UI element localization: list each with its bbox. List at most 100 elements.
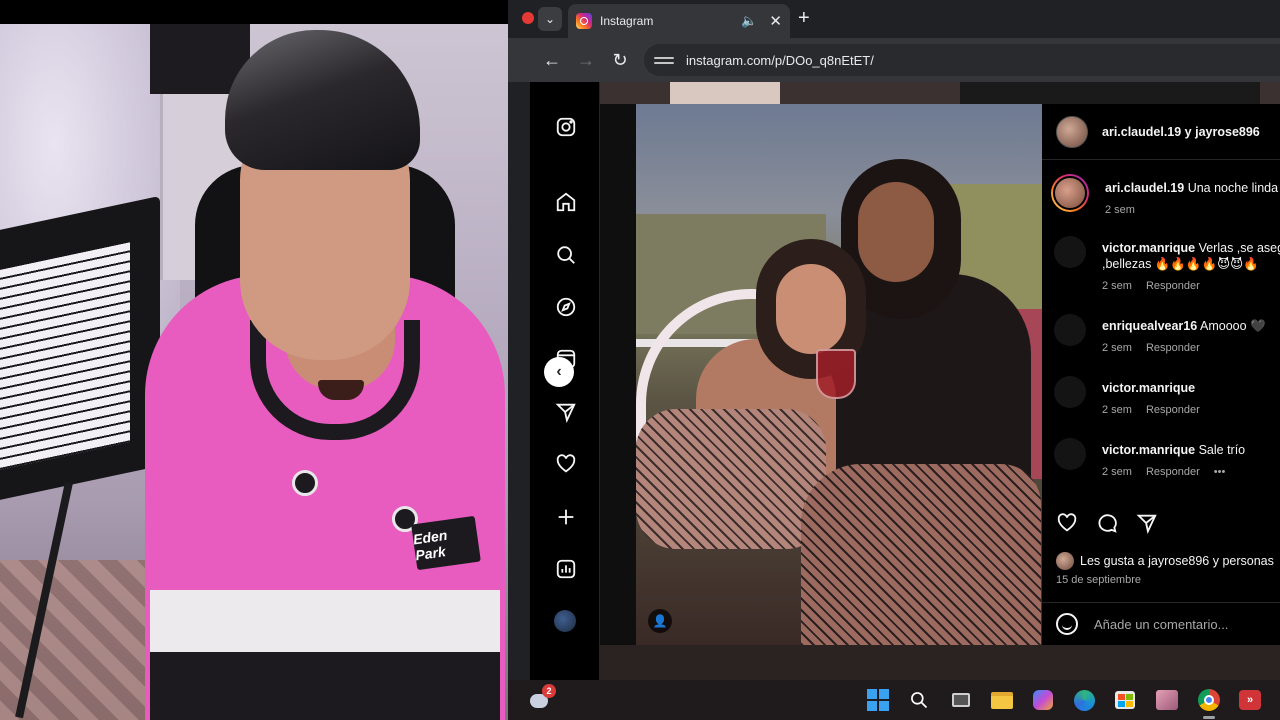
active-app-indicator xyxy=(1203,716,1215,719)
comment-text: Una noche linda xyxy=(1187,181,1279,195)
instagram-page: ‹ 👤 ari.claudel.19 y jayrose896 ari.clau… xyxy=(530,82,1280,680)
tab-search-button[interactable]: ⌄ xyxy=(538,7,562,31)
comment-user[interactable]: enriquealvear16 xyxy=(1102,319,1197,333)
back-arrow-icon[interactable]: ← xyxy=(541,49,563,71)
recording-indicator xyxy=(522,12,534,24)
comment-text: Amoooo 🖤 xyxy=(1200,319,1266,333)
photo-wine-glass xyxy=(816,349,856,399)
background-thumb xyxy=(960,82,1260,104)
photo-face xyxy=(776,264,846,354)
reply-button[interactable]: Responder xyxy=(1146,342,1200,354)
comment-time[interactable]: 2 sem xyxy=(1102,342,1132,354)
comment-time[interactable]: 2 sem xyxy=(1102,466,1132,478)
browser-toolbar: ← → ↻ instagram.com/p/DOo_q8nEtET/ xyxy=(508,38,1280,82)
comment-item: victor.manrique 2 sem Responder xyxy=(1054,376,1280,418)
widgets-icon[interactable]: 2 xyxy=(528,684,556,712)
likes-summary[interactable]: Les gusta a jayrose896 y personas xyxy=(1056,552,1274,570)
post-authors[interactable]: ari.claudel.19 y jayrose896 xyxy=(1102,125,1260,139)
comment-user[interactable]: victor.manrique xyxy=(1102,443,1195,457)
store-icon[interactable] xyxy=(1113,688,1137,712)
commenter-avatar[interactable] xyxy=(1051,174,1089,212)
post-details-panel: ari.claudel.19 y jayrose896 ari.claudel.… xyxy=(1042,104,1280,645)
add-comment-input[interactable]: Añade un comentario... xyxy=(1094,617,1228,632)
previous-post-chevron-icon[interactable]: ‹ xyxy=(544,357,574,387)
webcam-top-bar xyxy=(0,0,508,24)
author-avatar[interactable] xyxy=(1056,115,1088,148)
photos-icon[interactable] xyxy=(1155,688,1179,712)
copilot-icon[interactable] xyxy=(1031,688,1055,712)
commenter-avatar[interactable] xyxy=(1054,438,1086,470)
explore-icon[interactable] xyxy=(554,295,578,319)
widgets-badge: 2 xyxy=(542,684,556,698)
photo-face xyxy=(858,182,934,282)
reply-button[interactable]: Responder xyxy=(1146,404,1200,416)
reload-icon[interactable]: ↻ xyxy=(609,49,631,71)
likes-text: Les gusta a jayrose896 y personas xyxy=(1080,554,1274,568)
browser-window: ⌄ Instagram 🔈 ✕ + ← → ↻ instagram.com/p/… xyxy=(508,0,1280,680)
file-explorer-icon[interactable] xyxy=(990,688,1014,712)
shirt-stripe xyxy=(150,590,500,652)
task-view-icon[interactable] xyxy=(949,688,973,712)
person-hair xyxy=(225,30,420,170)
messages-icon[interactable] xyxy=(554,400,578,424)
edge-icon[interactable] xyxy=(1072,688,1096,712)
emoji-icon[interactable] xyxy=(1056,613,1078,635)
commenter-avatar[interactable] xyxy=(1054,376,1086,408)
comment-time[interactable]: 2 sem xyxy=(1102,404,1132,416)
reply-button[interactable]: Responder xyxy=(1146,466,1200,478)
comment-time[interactable]: 2 sem xyxy=(1105,204,1135,216)
photo-legs xyxy=(801,464,1041,645)
search-icon[interactable] xyxy=(554,243,578,267)
comment-item: victor.manrique Verlas ,se aseg ,belleza… xyxy=(1054,236,1280,294)
app-icon[interactable]: » xyxy=(1238,688,1262,712)
comment-caption: ari.claudel.19 Una noche linda 2 sem xyxy=(1051,174,1280,218)
share-icon[interactable] xyxy=(1136,512,1158,539)
piano-keys xyxy=(0,242,130,473)
chrome-icon[interactable] xyxy=(1197,688,1221,712)
profile-avatar[interactable] xyxy=(554,610,576,632)
photo-legs xyxy=(636,409,826,549)
background-thumb xyxy=(670,82,780,104)
comment-user[interactable]: ari.claudel.19 xyxy=(1105,181,1184,195)
piano-keyboard xyxy=(0,195,160,505)
audio-playing-icon[interactable]: 🔈 xyxy=(741,13,757,29)
comment-text-line2: ,bellezas 🔥🔥🔥🔥😈😈🔥 xyxy=(1102,257,1259,271)
liker-avatar xyxy=(1056,552,1074,570)
more-options-icon[interactable]: ••• xyxy=(1214,466,1226,478)
tab-instagram[interactable]: Instagram 🔈 ✕ xyxy=(568,4,790,38)
webcam-feed: Eden Park xyxy=(0,0,508,720)
comment-user[interactable]: victor.manrique xyxy=(1102,381,1195,395)
commenter-avatar[interactable] xyxy=(1054,236,1086,268)
comment-time[interactable]: 2 sem xyxy=(1102,280,1132,292)
post-date[interactable]: 15 de septiembre xyxy=(1056,574,1141,586)
address-bar[interactable]: instagram.com/p/DOo_q8nEtET/ xyxy=(644,44,1280,76)
background-feed xyxy=(600,82,1280,104)
forward-arrow-icon[interactable]: → xyxy=(575,49,597,71)
background-feed-bottom xyxy=(600,645,1280,680)
reply-button[interactable]: Responder xyxy=(1146,280,1200,292)
tab-title: Instagram xyxy=(600,14,654,28)
comment-icon[interactable] xyxy=(1096,512,1118,539)
shirt-button xyxy=(292,470,318,496)
instagram-logo-icon[interactable] xyxy=(554,115,578,139)
comment-item: victor.manrique Sale trío 2 sem Responder… xyxy=(1054,438,1280,480)
commenter-avatar[interactable] xyxy=(1054,314,1086,346)
home-icon[interactable] xyxy=(554,190,578,214)
dashboard-icon[interactable] xyxy=(554,557,578,581)
tab-strip: ⌄ Instagram 🔈 ✕ + xyxy=(508,0,1280,38)
create-plus-icon[interactable] xyxy=(554,505,578,529)
comment-user[interactable]: victor.manrique xyxy=(1102,241,1195,255)
notifications-heart-icon[interactable] xyxy=(554,452,578,476)
new-tab-button[interactable]: + xyxy=(798,8,810,28)
shirt-bottom xyxy=(150,652,500,720)
search-icon[interactable] xyxy=(907,688,931,712)
close-tab-icon[interactable]: ✕ xyxy=(769,12,782,30)
site-info-icon[interactable] xyxy=(654,50,674,70)
start-icon[interactable] xyxy=(866,688,890,712)
comment-item: enriquealvear16 Amoooo 🖤 2 sem Responder xyxy=(1054,314,1280,356)
windows-taskbar: 2 » xyxy=(508,680,1280,720)
tagged-users-icon[interactable]: 👤 xyxy=(648,609,672,633)
comment-text: Sale trío xyxy=(1198,443,1246,457)
like-heart-icon[interactable] xyxy=(1056,512,1078,539)
post-photo[interactable]: 👤 xyxy=(636,104,1042,645)
